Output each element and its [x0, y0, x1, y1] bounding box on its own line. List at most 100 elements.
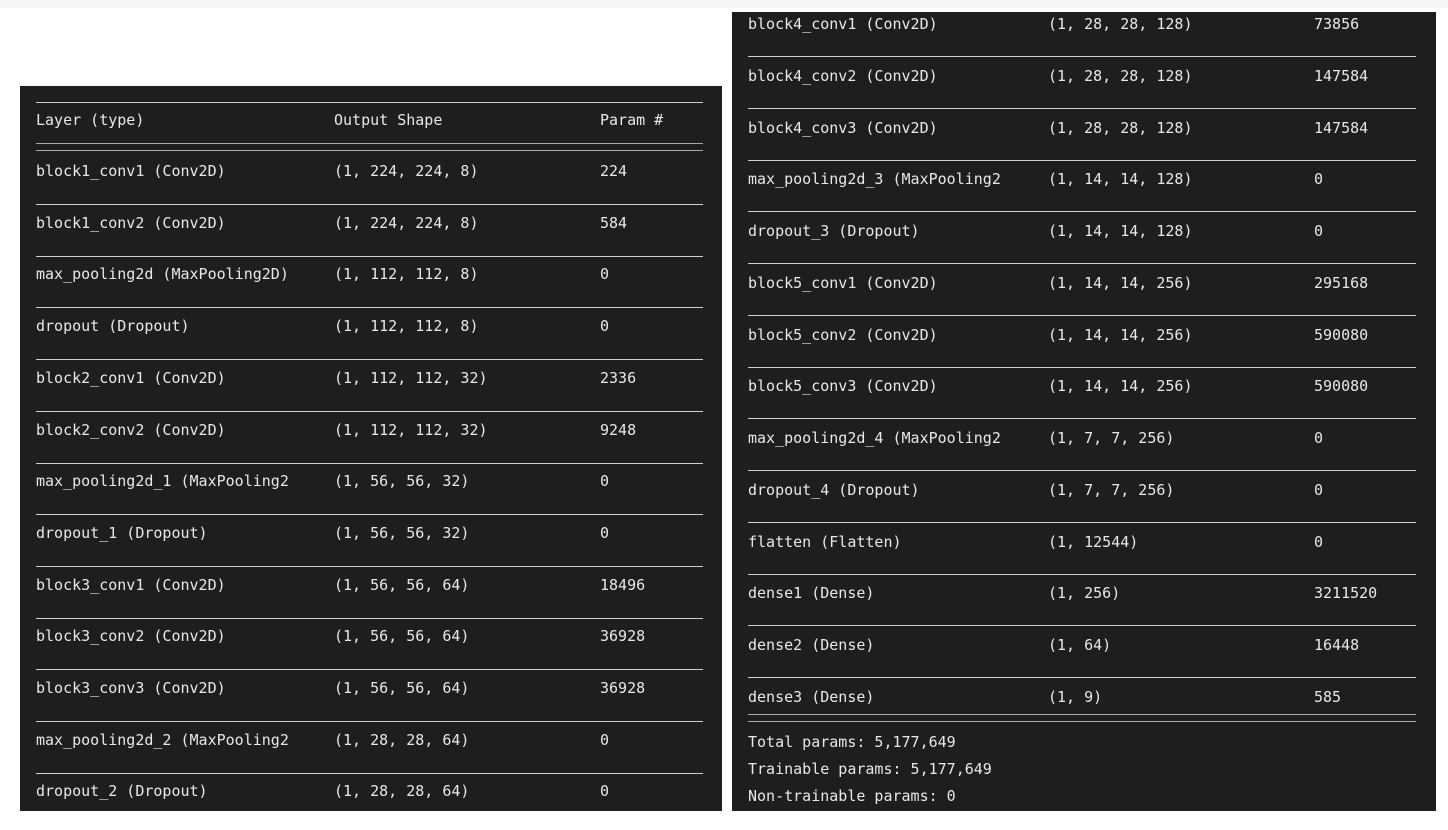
- row-separator: [36, 772, 703, 774]
- row-separator: [36, 204, 703, 205]
- layer-name-cell: block3_conv3 (Conv2D): [36, 679, 226, 697]
- header-param-count: Param #: [600, 111, 664, 129]
- param-count-cell: 73856: [1314, 15, 1360, 33]
- output-shape-cell: (1, 9): [1048, 687, 1103, 706]
- param-count-cell: 585: [1314, 687, 1342, 706]
- layer-name-cell: dropout_4 (Dropout): [748, 480, 920, 499]
- layer-name-cell: max_pooling2d (MaxPooling2D): [36, 265, 289, 284]
- model-summary-right-panel: block4_conv1 (Conv2D) (1, 28, 28, 128) 738…: [732, 12, 1436, 811]
- layer-name-cell: dense3 (Dense): [748, 687, 875, 706]
- output-shape-cell: (1, 28, 28, 128): [1048, 15, 1193, 33]
- param-count-cell: 147584: [1314, 66, 1369, 85]
- layer-name-cell: block3_conv2 (Conv2D): [36, 627, 226, 646]
- layer-name-cell: block5_conv3 (Conv2D): [748, 377, 938, 396]
- param-count-cell: 16448: [1314, 636, 1360, 654]
- param-count-cell: 0: [1314, 480, 1324, 499]
- non-trainable-params: Non-trainable params: 0: [748, 787, 956, 805]
- param-count-cell: 584: [600, 213, 628, 232]
- row-separator: [748, 573, 1416, 575]
- param-count-cell: 36928: [600, 627, 646, 646]
- output-shape-cell: (1, 56, 56, 64): [334, 679, 470, 697]
- summary-double-rule: [748, 714, 1416, 722]
- row-separator: [748, 418, 1416, 420]
- row-separator: [748, 263, 1416, 264]
- row-separator: [36, 669, 703, 671]
- output-shape-cell: (1, 224, 224, 8): [334, 213, 479, 232]
- param-count-cell: 0: [600, 782, 610, 801]
- output-shape-cell: (1, 112, 112, 8): [334, 317, 479, 336]
- row-separator: [36, 255, 703, 257]
- output-shape-cell: (1, 14, 14, 128): [1048, 170, 1193, 189]
- param-count-cell: 0: [1314, 170, 1324, 189]
- layer-name-cell: block2_conv1 (Conv2D): [36, 368, 226, 387]
- output-shape-cell: (1, 14, 14, 128): [1048, 222, 1193, 240]
- layer-name-cell: flatten (Flatten): [748, 532, 902, 551]
- output-shape-cell: (1, 112, 112, 32): [334, 420, 488, 439]
- output-shape-cell: (1, 56, 56, 64): [334, 575, 470, 594]
- total-params: Total params: 5,177,649: [748, 733, 956, 751]
- output-shape-cell: (1, 7, 7, 256): [1048, 480, 1175, 499]
- param-count-cell: 0: [600, 317, 610, 336]
- layer-name-cell: dense1 (Dense): [748, 584, 875, 603]
- row-separator: [36, 721, 703, 722]
- layer-name-cell: dropout_3 (Dropout): [748, 222, 920, 240]
- output-shape-cell: (1, 7, 7, 256): [1048, 429, 1175, 447]
- output-shape-cell: (1, 112, 112, 8): [334, 265, 479, 284]
- param-count-cell: 590080: [1314, 377, 1369, 396]
- output-shape-cell: (1, 56, 56, 32): [334, 472, 470, 491]
- row-separator: [36, 410, 703, 412]
- output-shape-cell: (1, 64): [1048, 636, 1112, 654]
- param-count-cell: 0: [600, 523, 610, 542]
- param-count-cell: 590080: [1314, 325, 1369, 344]
- output-shape-cell: (1, 28, 28, 128): [1048, 118, 1193, 137]
- layer-name-cell: dropout_2 (Dropout): [36, 782, 208, 801]
- layer-name-cell: block5_conv2 (Conv2D): [748, 325, 938, 344]
- output-shape-cell: (1, 56, 56, 64): [334, 627, 470, 646]
- output-shape-cell: (1, 28, 28, 64): [334, 730, 470, 749]
- row-separator: [36, 462, 703, 464]
- output-shape-cell: (1, 28, 28, 128): [1048, 66, 1193, 85]
- layer-name-cell: block4_conv2 (Conv2D): [748, 66, 938, 85]
- layer-name-cell: dropout_1 (Dropout): [36, 523, 208, 542]
- header-layer-type: Layer (type): [36, 111, 145, 129]
- row-separator: [748, 314, 1416, 316]
- layer-name-cell: max_pooling2d_1 (MaxPooling2: [36, 472, 289, 491]
- row-separator: [36, 514, 703, 516]
- output-shape-cell: (1, 12544): [1048, 532, 1139, 551]
- row-separator: [748, 521, 1416, 523]
- output-shape-cell: (1, 14, 14, 256): [1048, 325, 1193, 344]
- param-count-cell: 0: [1314, 222, 1324, 240]
- model-summary-left-panel: Layer (type) Output Shape Param # block1_co…: [20, 86, 722, 811]
- header-output-shape: Output Shape: [334, 111, 443, 129]
- row-separator: [748, 677, 1416, 678]
- row-separator: [748, 107, 1416, 109]
- param-count-cell: 147584: [1314, 118, 1369, 137]
- param-count-cell: 3211520: [1314, 584, 1378, 603]
- header-double-rule: [36, 143, 703, 151]
- output-shape-cell: (1, 256): [1048, 584, 1121, 603]
- layer-name-cell: block5_conv1 (Conv2D): [748, 273, 938, 292]
- param-count-cell: 9248: [600, 420, 637, 439]
- param-count-cell: 224: [600, 162, 628, 180]
- output-shape-cell: (1, 224, 224, 8): [334, 162, 479, 180]
- row-separator: [748, 211, 1416, 213]
- row-separator: [748, 56, 1416, 57]
- layer-name-cell: block2_conv2 (Conv2D): [36, 420, 226, 439]
- row-separator: [748, 366, 1416, 368]
- output-shape-cell: (1, 14, 14, 256): [1048, 377, 1193, 396]
- param-count-cell: 0: [600, 472, 610, 491]
- row-separator: [36, 359, 703, 361]
- row-separator: [748, 159, 1416, 161]
- param-count-cell: 0: [1314, 429, 1324, 447]
- layer-name-cell: max_pooling2d_4 (MaxPooling2: [748, 429, 1001, 447]
- param-count-cell: 18496: [600, 575, 646, 594]
- layer-name-cell: block4_conv3 (Conv2D): [748, 118, 938, 137]
- param-count-cell: 0: [600, 265, 610, 284]
- layer-name-cell: max_pooling2d_3 (MaxPooling2: [748, 170, 1001, 189]
- layer-name-cell: dense2 (Dense): [748, 636, 875, 654]
- layer-name-cell: block3_conv1 (Conv2D): [36, 575, 226, 594]
- trainable-params: Trainable params: 5,177,649: [748, 760, 992, 778]
- param-count-cell: 0: [1314, 532, 1324, 551]
- row-separator: [36, 307, 703, 309]
- row-separator: [748, 625, 1416, 627]
